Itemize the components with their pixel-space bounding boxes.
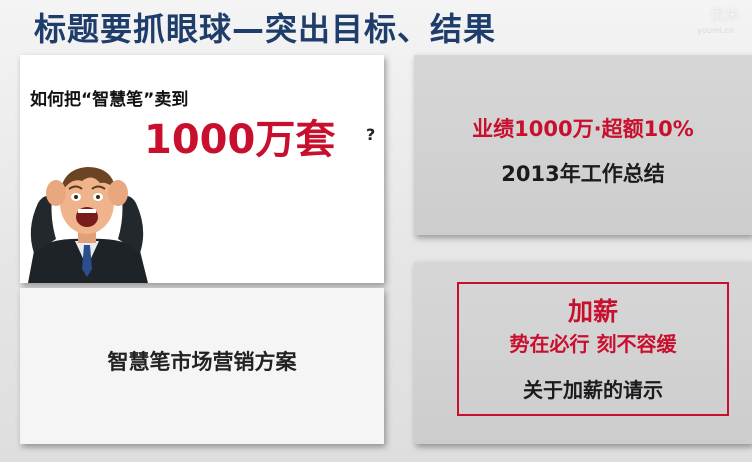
raise-request-text: 关于加薪的请示	[523, 378, 663, 402]
raise-request-card: 加薪 势在必行 刻不容缓 关于加薪的请示	[414, 262, 752, 444]
marketing-plan-title: 智慧笔市场营销方案	[107, 350, 297, 374]
marketing-plan-card: 智慧笔市场营销方案	[20, 288, 384, 444]
raise-highlight-frame: 加薪 势在必行 刻不容缓 关于加薪的请示	[457, 282, 729, 416]
stressed-man-photo	[28, 167, 148, 283]
sales-question-card: 如何把“智慧笔”卖到 1000万套 ?	[20, 55, 384, 283]
raise-title: 加薪	[567, 297, 618, 326]
slide-title: 标题要抓眼球—突出目标、结果	[34, 10, 497, 48]
performance-headline: 业绩1000万·超额10%	[472, 117, 694, 141]
watermark-logo: 优米	[709, 6, 740, 24]
raise-slogan: 势在必行 刻不容缓	[509, 332, 677, 356]
question-mark: ?	[366, 125, 376, 144]
summary-subtitle: 2013年工作总结	[501, 162, 665, 186]
work-summary-card: 业绩1000万·超额10% 2013年工作总结	[414, 55, 752, 235]
sales-target-number: 1000万套	[144, 117, 336, 163]
watermark-url: youmi.cn	[697, 26, 734, 35]
